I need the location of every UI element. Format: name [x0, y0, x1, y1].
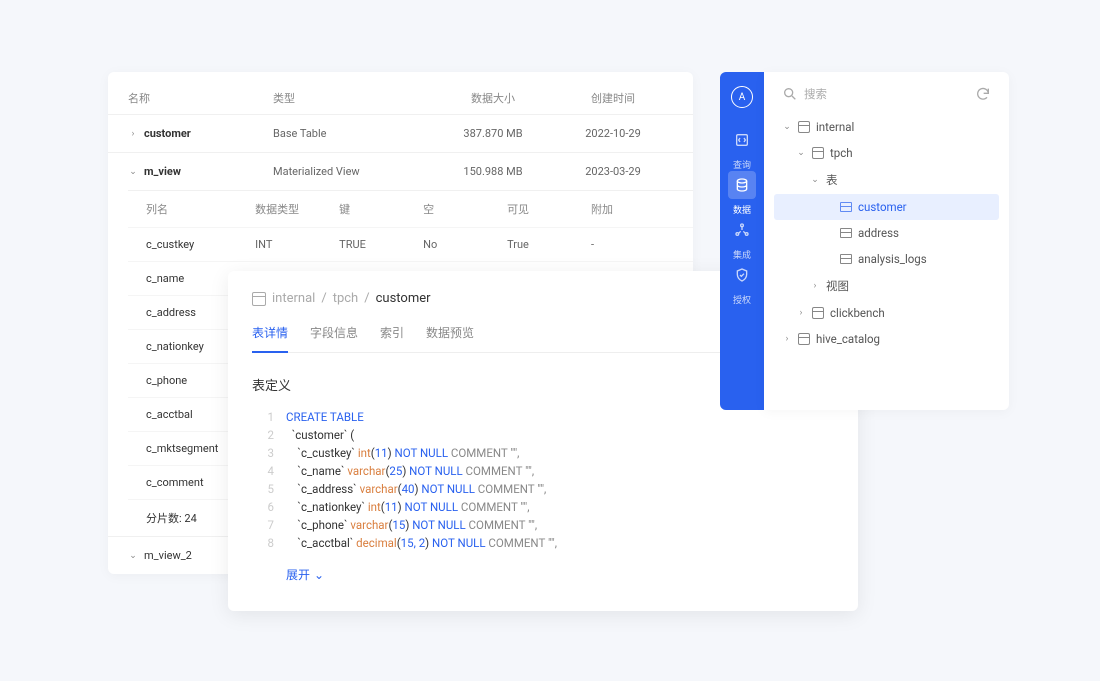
tab-preview[interactable]: 数据预览: [426, 324, 474, 352]
auth-icon: [728, 261, 756, 289]
code-line: 5 `c_address` varchar(40) NOT NULL COMME…: [252, 480, 834, 498]
table-icon: [840, 202, 852, 212]
breadcrumb-item[interactable]: tpch: [333, 291, 359, 306]
data-icon: [728, 171, 756, 199]
nav-item-data[interactable]: 数据: [728, 171, 756, 216]
integration-icon: [728, 216, 756, 244]
table-name: m_view_2: [144, 549, 192, 562]
chevron-down-icon: ⌄: [314, 568, 324, 582]
tree-label: customer: [858, 200, 907, 214]
search-row: 搜索: [774, 86, 999, 114]
ddl-code: 1CREATE TABLE2 `customer` (3 `c_custkey`…: [252, 408, 834, 552]
chevron-icon: ›: [782, 334, 792, 344]
table-created: 2023-03-29: [558, 165, 668, 178]
database-icon: [812, 307, 824, 319]
tree-label: hive_catalog: [816, 332, 880, 346]
code-line: 2 `customer` (: [252, 426, 834, 444]
tab-fields[interactable]: 字段信息: [310, 324, 358, 352]
table-name: customer: [144, 127, 191, 140]
nav-label: 授权: [733, 293, 751, 306]
catalog-tree-panel: 搜索 ⌄internal⌄tpch⌄表customeraddressanalys…: [764, 72, 1009, 410]
breadcrumb-current: customer: [376, 291, 431, 306]
nav-item-query[interactable]: 查询: [728, 126, 756, 171]
code-line: 1CREATE TABLE: [252, 408, 834, 426]
table-icon: [840, 254, 852, 264]
tree-label: internal: [816, 120, 854, 134]
database-icon: [798, 333, 810, 345]
tree-node[interactable]: analysis_logs: [774, 246, 999, 272]
nav-label: 查询: [733, 158, 751, 171]
code-line: 6 `c_nationkey` int(11) NOT NULL COMMENT…: [252, 498, 834, 516]
nav-item-integration[interactable]: 集成: [728, 216, 756, 261]
expand-button[interactable]: 展开 ⌄: [286, 566, 834, 583]
chevron-icon: ⌄: [810, 175, 820, 185]
code-line: 3 `c_custkey` int(11) NOT NULL COMMENT "…: [252, 444, 834, 462]
nav-item-auth[interactable]: 授权: [728, 261, 756, 306]
columns-header: 列名 数据类型 键 空 可见 附加: [128, 190, 693, 227]
breadcrumb-item[interactable]: internal: [272, 291, 315, 306]
chevron-icon: ⌄: [796, 148, 806, 158]
tree-node[interactable]: customer: [774, 194, 999, 220]
col-header-size: 数据大小: [428, 90, 558, 106]
table-row[interactable]: › customer Base Table 387.870 MB 2022-10-…: [108, 114, 693, 152]
nav-label: 集成: [733, 248, 751, 261]
avatar[interactable]: A: [731, 86, 753, 108]
search-placeholder: 搜索: [804, 86, 827, 102]
database-icon: [798, 121, 810, 133]
tab-detail[interactable]: 表详情: [252, 324, 288, 353]
code-line: 7 `c_phone` varchar(15) NOT NULL COMMENT…: [252, 516, 834, 534]
tree-label: 视图: [826, 278, 849, 294]
table-name: m_view: [144, 165, 181, 178]
tree-label: clickbench: [830, 306, 885, 320]
query-icon: [728, 126, 756, 154]
refresh-icon[interactable]: [975, 86, 991, 102]
catalog-tree: ⌄internal⌄tpch⌄表customeraddressanalysis_…: [774, 114, 999, 352]
table-icon: [840, 228, 852, 238]
tree-node[interactable]: ⌄ internal: [774, 114, 999, 140]
col-header-type: 类型: [273, 90, 428, 106]
chevron-down-icon[interactable]: ⌄: [128, 167, 138, 177]
side-nav: A 查询数据集成授权: [720, 72, 764, 410]
table-row[interactable]: ⌄ m_view Materialized View 150.988 MB 202…: [108, 152, 693, 190]
nav-label: 数据: [733, 203, 751, 216]
table-type: Base Table: [273, 127, 428, 140]
table-list-header: 名称 类型 数据大小 创建时间: [108, 72, 693, 114]
chevron-icon: ⌄: [782, 122, 792, 132]
chevron-icon: ›: [810, 281, 820, 291]
table-type: Materialized View: [273, 165, 428, 178]
tree-node[interactable]: › hive_catalog: [774, 326, 999, 352]
tree-node[interactable]: › 视图: [774, 272, 999, 300]
database-icon: [252, 292, 266, 306]
chevron-right-icon[interactable]: ›: [128, 129, 138, 139]
chevron-icon: ›: [796, 308, 806, 318]
code-line: 8 `c_acctbal` decimal(15, 2) NOT NULL CO…: [252, 534, 834, 552]
table-size: 150.988 MB: [428, 165, 558, 178]
search-input[interactable]: 搜索: [782, 86, 827, 102]
tab-index[interactable]: 索引: [380, 324, 404, 352]
tree-label: 表: [826, 172, 838, 188]
code-line: 4 `c_name` varchar(25) NOT NULL COMMENT …: [252, 462, 834, 480]
col-header-name: 名称: [128, 90, 273, 106]
column-row: c_custkeyINTTRUENoTrue-: [128, 227, 693, 261]
tree-label: address: [858, 226, 899, 240]
tree-label: tpch: [830, 146, 853, 160]
database-icon: [812, 147, 824, 159]
col-header-created: 创建时间: [558, 90, 668, 106]
tree-node[interactable]: › clickbench: [774, 300, 999, 326]
table-size: 387.870 MB: [428, 127, 558, 140]
tree-label: analysis_logs: [858, 252, 927, 266]
chevron-down-icon[interactable]: ⌄: [128, 551, 138, 561]
tree-node[interactable]: ⌄表: [774, 166, 999, 194]
tree-node[interactable]: address: [774, 220, 999, 246]
tree-node[interactable]: ⌄ tpch: [774, 140, 999, 166]
search-icon: [782, 86, 798, 102]
table-created: 2022-10-29: [558, 127, 668, 140]
